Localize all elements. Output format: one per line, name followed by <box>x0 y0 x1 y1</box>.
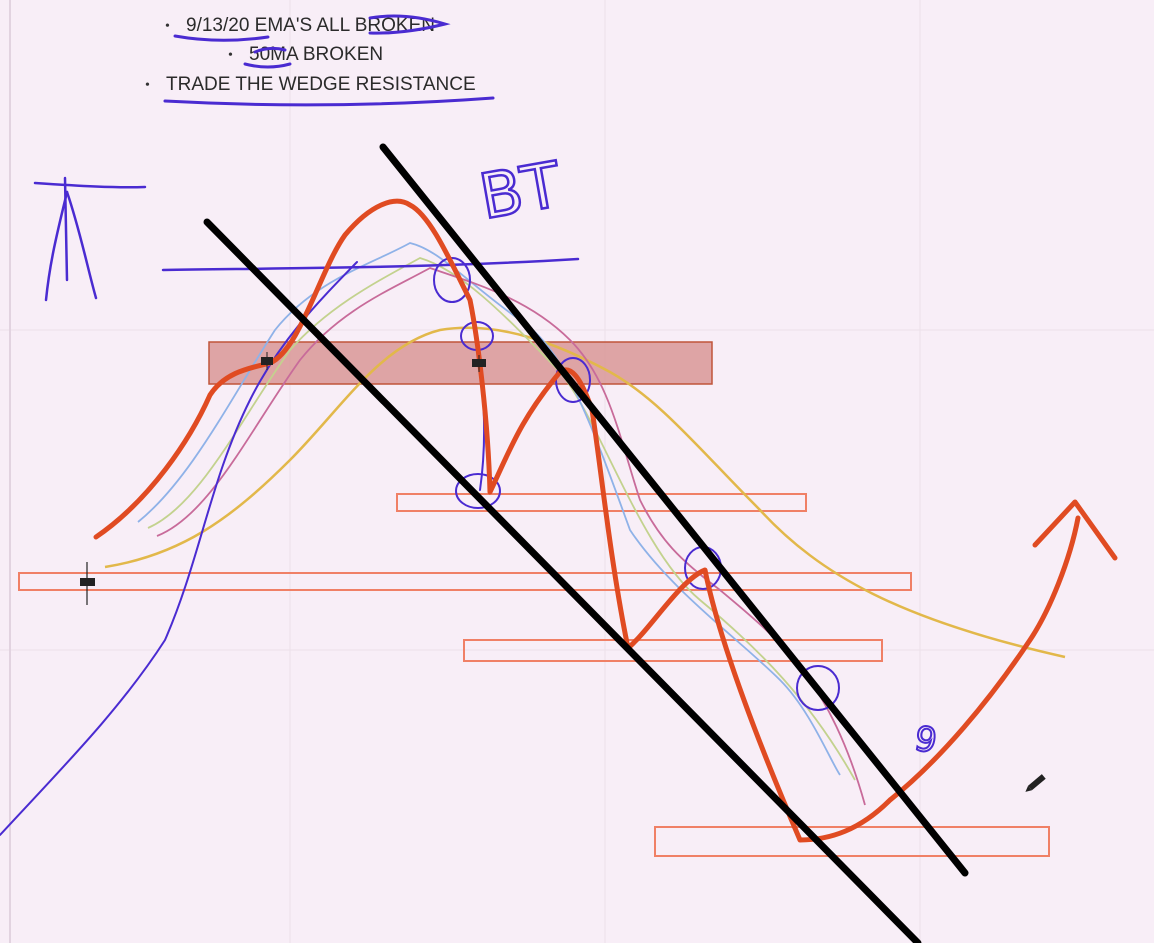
support-resistance-zones <box>18 341 1050 857</box>
candle-markers <box>80 352 486 605</box>
handwritten-tent-mark <box>33 176 147 302</box>
horizontal-purple-line <box>161 257 580 272</box>
level-box-4 <box>654 826 1050 857</box>
handwritten-bt-label: BT <box>474 148 567 234</box>
candle-marker-3 <box>80 562 95 605</box>
background-grid <box>0 0 1154 943</box>
drawing-canvas: • 9/13/20 EMA'S ALL BROKEN • 50MA BROKEN… <box>0 0 1154 943</box>
note-bullet: • <box>145 78 150 93</box>
level-box-2 <box>18 572 912 591</box>
note-bullet: • <box>165 19 170 34</box>
note-bullet: • <box>228 48 233 63</box>
whiteboard: • 9/13/20 EMA'S ALL BROKEN • 50MA BROKEN… <box>0 0 1154 943</box>
note-line-3: TRADE THE WEDGE RESISTANCE <box>166 74 476 95</box>
wedge-lines <box>203 143 969 943</box>
pencil-icon <box>1025 774 1046 792</box>
